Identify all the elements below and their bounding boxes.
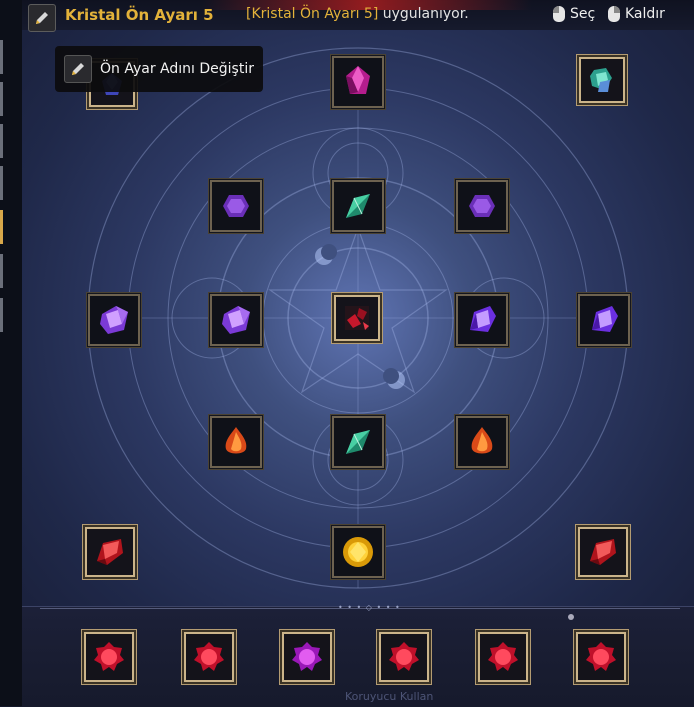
side-tab[interactable] [0, 40, 3, 74]
side-tab[interactable] [0, 124, 3, 158]
divider-ornament: • • • ◇ • • • [338, 603, 401, 612]
side-panel [0, 0, 22, 706]
status-preset-highlight: [Kristal Ön Ayarı 5] [246, 6, 379, 22]
teal-cluster-icon [590, 68, 612, 92]
bottom-slot-1[interactable] [80, 628, 138, 686]
slot-bottom-right[interactable] [574, 523, 632, 581]
bottom-slot-5[interactable] [474, 628, 532, 686]
purple-hexagon-icon [469, 195, 495, 217]
slot-lower-right[interactable] [456, 416, 508, 468]
red-round-gem-icon [586, 642, 616, 671]
slot-bottom-center[interactable] [332, 526, 384, 578]
select-hint: Seç [553, 6, 595, 22]
scroll-indicator [568, 614, 574, 620]
pencil-icon [72, 63, 84, 75]
side-tab[interactable] [0, 166, 3, 200]
right-click-icon [608, 6, 620, 22]
dark-core-icon [345, 306, 369, 330]
red-round-gem-icon [94, 642, 124, 671]
orange-teardrop-icon [225, 427, 247, 454]
violet-crystal-icon [222, 306, 250, 334]
edit-preset-name-button[interactable] [28, 4, 56, 32]
red-crystal-icon [97, 539, 123, 565]
side-tab-active[interactable] [0, 210, 3, 244]
rename-tooltip: Ön Ayar Adını Değiştir [55, 46, 263, 92]
teal-marquise-icon [346, 194, 370, 218]
tooltip-pencil-box [64, 55, 92, 83]
slot-mid-far-right[interactable] [578, 294, 630, 346]
magenta-crystal-icon [346, 66, 370, 94]
bottom-slot-3[interactable] [278, 628, 336, 686]
bottom-slot-6[interactable] [572, 628, 630, 686]
slot-mid-far-left[interactable] [88, 294, 140, 346]
violet-crystal-icon [592, 306, 618, 332]
slot-upper-center[interactable] [332, 180, 384, 232]
side-tab[interactable] [0, 254, 3, 288]
side-tab[interactable] [0, 298, 3, 332]
side-tab[interactable] [0, 82, 3, 116]
slot-lower-center[interactable] [332, 416, 384, 468]
slot-top-right[interactable] [574, 52, 630, 108]
purple-hexagon-icon [223, 195, 249, 217]
status-message-rest: uygulanıyor. [378, 6, 469, 22]
slot-mid-left[interactable] [210, 294, 262, 346]
slot-upper-left[interactable] [210, 180, 262, 232]
remove-hint: Kaldır [608, 6, 665, 22]
bottom-slot-4[interactable] [375, 628, 433, 686]
orange-teardrop-icon [471, 427, 493, 454]
red-round-gem-icon [389, 642, 419, 671]
remove-hint-label: Kaldır [625, 6, 665, 22]
status-message: [Kristal Ön Ayarı 5] uygulanıyor. [246, 6, 469, 22]
violet-crystal-icon [100, 306, 128, 334]
bottom-slot-2[interactable] [180, 628, 238, 686]
slot-bottom-left[interactable] [81, 523, 139, 581]
slot-top-center[interactable] [332, 56, 384, 108]
select-hint-label: Seç [570, 6, 596, 22]
slot-center[interactable] [329, 290, 385, 346]
yellow-round-gem-icon [343, 537, 373, 567]
teal-marquise-icon [346, 430, 370, 454]
red-round-gem-icon [194, 642, 224, 671]
tooltip-text: Ön Ayar Adını Değiştir [100, 61, 254, 77]
footer-hint: Koruyucu Kullan [345, 690, 434, 703]
preset-name: Kristal Ön Ayarı 5 [65, 6, 214, 24]
pencil-icon [36, 12, 48, 24]
magenta-round-gem-icon [292, 642, 322, 671]
red-round-gem-icon [488, 642, 518, 671]
violet-crystal-icon [470, 306, 496, 332]
red-crystal-icon [590, 539, 616, 565]
slot-mid-right[interactable] [456, 294, 508, 346]
slot-lower-left[interactable] [210, 416, 262, 468]
slot-upper-right[interactable] [456, 180, 508, 232]
left-click-icon [553, 6, 565, 22]
